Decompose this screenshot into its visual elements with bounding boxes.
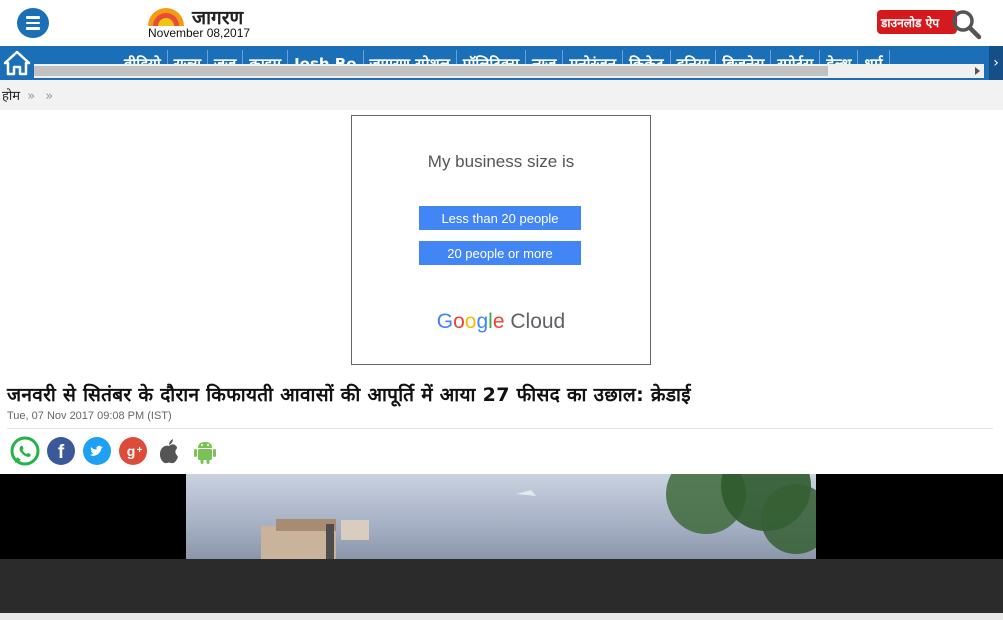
google-plus-icon[interactable]: g + (118, 436, 148, 466)
article-hero-image (186, 474, 816, 560)
bottom-ad-bar (0, 559, 1003, 613)
nav-item[interactable]: दुनिया (671, 50, 717, 64)
ad-option-small-button[interactable]: Less than 20 people (419, 206, 581, 230)
main-navbar: वीडियो राज्य जज़ क्राइम Josh Bo जागरण स्… (0, 46, 1003, 80)
share-row: f g + (10, 436, 220, 468)
nav-item[interactable]: हेल्थ (820, 50, 859, 64)
menu-line (26, 16, 40, 19)
breadcrumb-separator: » (27, 89, 36, 104)
google-cloud-logo: Google Cloud (436, 310, 566, 333)
article-hero-media[interactable] (0, 474, 1003, 560)
nav-item[interactable]: धर्म (858, 50, 890, 64)
hamburger-menu-button[interactable] (17, 8, 49, 38)
ad-brand-word: Cloud (510, 310, 566, 333)
nav-item[interactable]: जागरण स्पेशल (364, 50, 457, 64)
divider (7, 428, 993, 429)
bottom-strip (0, 613, 1003, 620)
menu-line (26, 27, 40, 30)
nav-item[interactable]: मनोरंजन (563, 50, 624, 64)
apple-icon[interactable] (154, 436, 184, 466)
google-cloud-ad[interactable]: My business size is Less than 20 people … (351, 115, 651, 365)
download-app-button[interactable]: डाउनलोड ऐप (877, 10, 957, 34)
svg-text:+: + (137, 445, 143, 456)
ad-option-large-button[interactable]: 20 people or more (419, 241, 581, 265)
nav-item[interactable]: बिज़नेस (716, 50, 772, 64)
svg-text:g: g (127, 443, 136, 459)
nav-item[interactable]: Josh Bo (288, 50, 364, 64)
search-icon[interactable] (950, 8, 982, 40)
nav-item[interactable]: न्यूज़ (526, 50, 564, 64)
nav-item[interactable]: क्राइम (243, 50, 289, 64)
breadcrumb-home-link[interactable]: होम (2, 89, 20, 104)
nav-item[interactable]: जज़ (208, 50, 244, 64)
breadcrumb: होम » » (2, 86, 56, 104)
sun-logo-icon (148, 4, 188, 26)
article-headline: जनवरी से सितंबर के दौरान किफायती आवासों … (7, 384, 691, 406)
header-date: November 08,2017 (148, 26, 251, 40)
nav-next-chevron-icon[interactable]: › (989, 46, 1003, 80)
svg-text:f: f (58, 442, 65, 463)
nav-scrollbar[interactable] (34, 64, 984, 78)
whatsapp-icon[interactable] (10, 436, 40, 466)
nav-item[interactable]: स्पोर्ट्स (771, 50, 821, 64)
menu-line (26, 21, 40, 25)
breadcrumb-bar: होम » » (0, 80, 1003, 110)
twitter-icon[interactable] (82, 436, 112, 466)
ad-title: My business size is (427, 152, 575, 171)
nav-item[interactable]: क्रिकेट (623, 50, 671, 64)
site-header: जागरण November 08,2017 डाउनलोड ऐप (0, 0, 1003, 46)
article-dateline: Tue, 07 Nov 2017 09:08 PM (IST) (7, 410, 172, 422)
nav-items: वीडियो राज्य जज़ क्राइम Josh Bo जागरण स्… (118, 50, 983, 64)
nav-item[interactable]: राज्य (168, 50, 209, 64)
nav-item[interactable]: वीडियो (118, 50, 168, 64)
scroll-right-arrow-icon[interactable] (975, 67, 980, 75)
nav-scrollbar-thumb[interactable] (34, 66, 828, 76)
site-logo[interactable]: जागरण November 08,2017 (148, 4, 263, 42)
facebook-icon[interactable]: f (46, 436, 76, 466)
android-icon[interactable] (190, 436, 220, 466)
breadcrumb-separator: » (45, 89, 54, 104)
nav-item[interactable]: पॉलिटिक्स (457, 50, 527, 64)
home-icon[interactable] (0, 46, 34, 80)
